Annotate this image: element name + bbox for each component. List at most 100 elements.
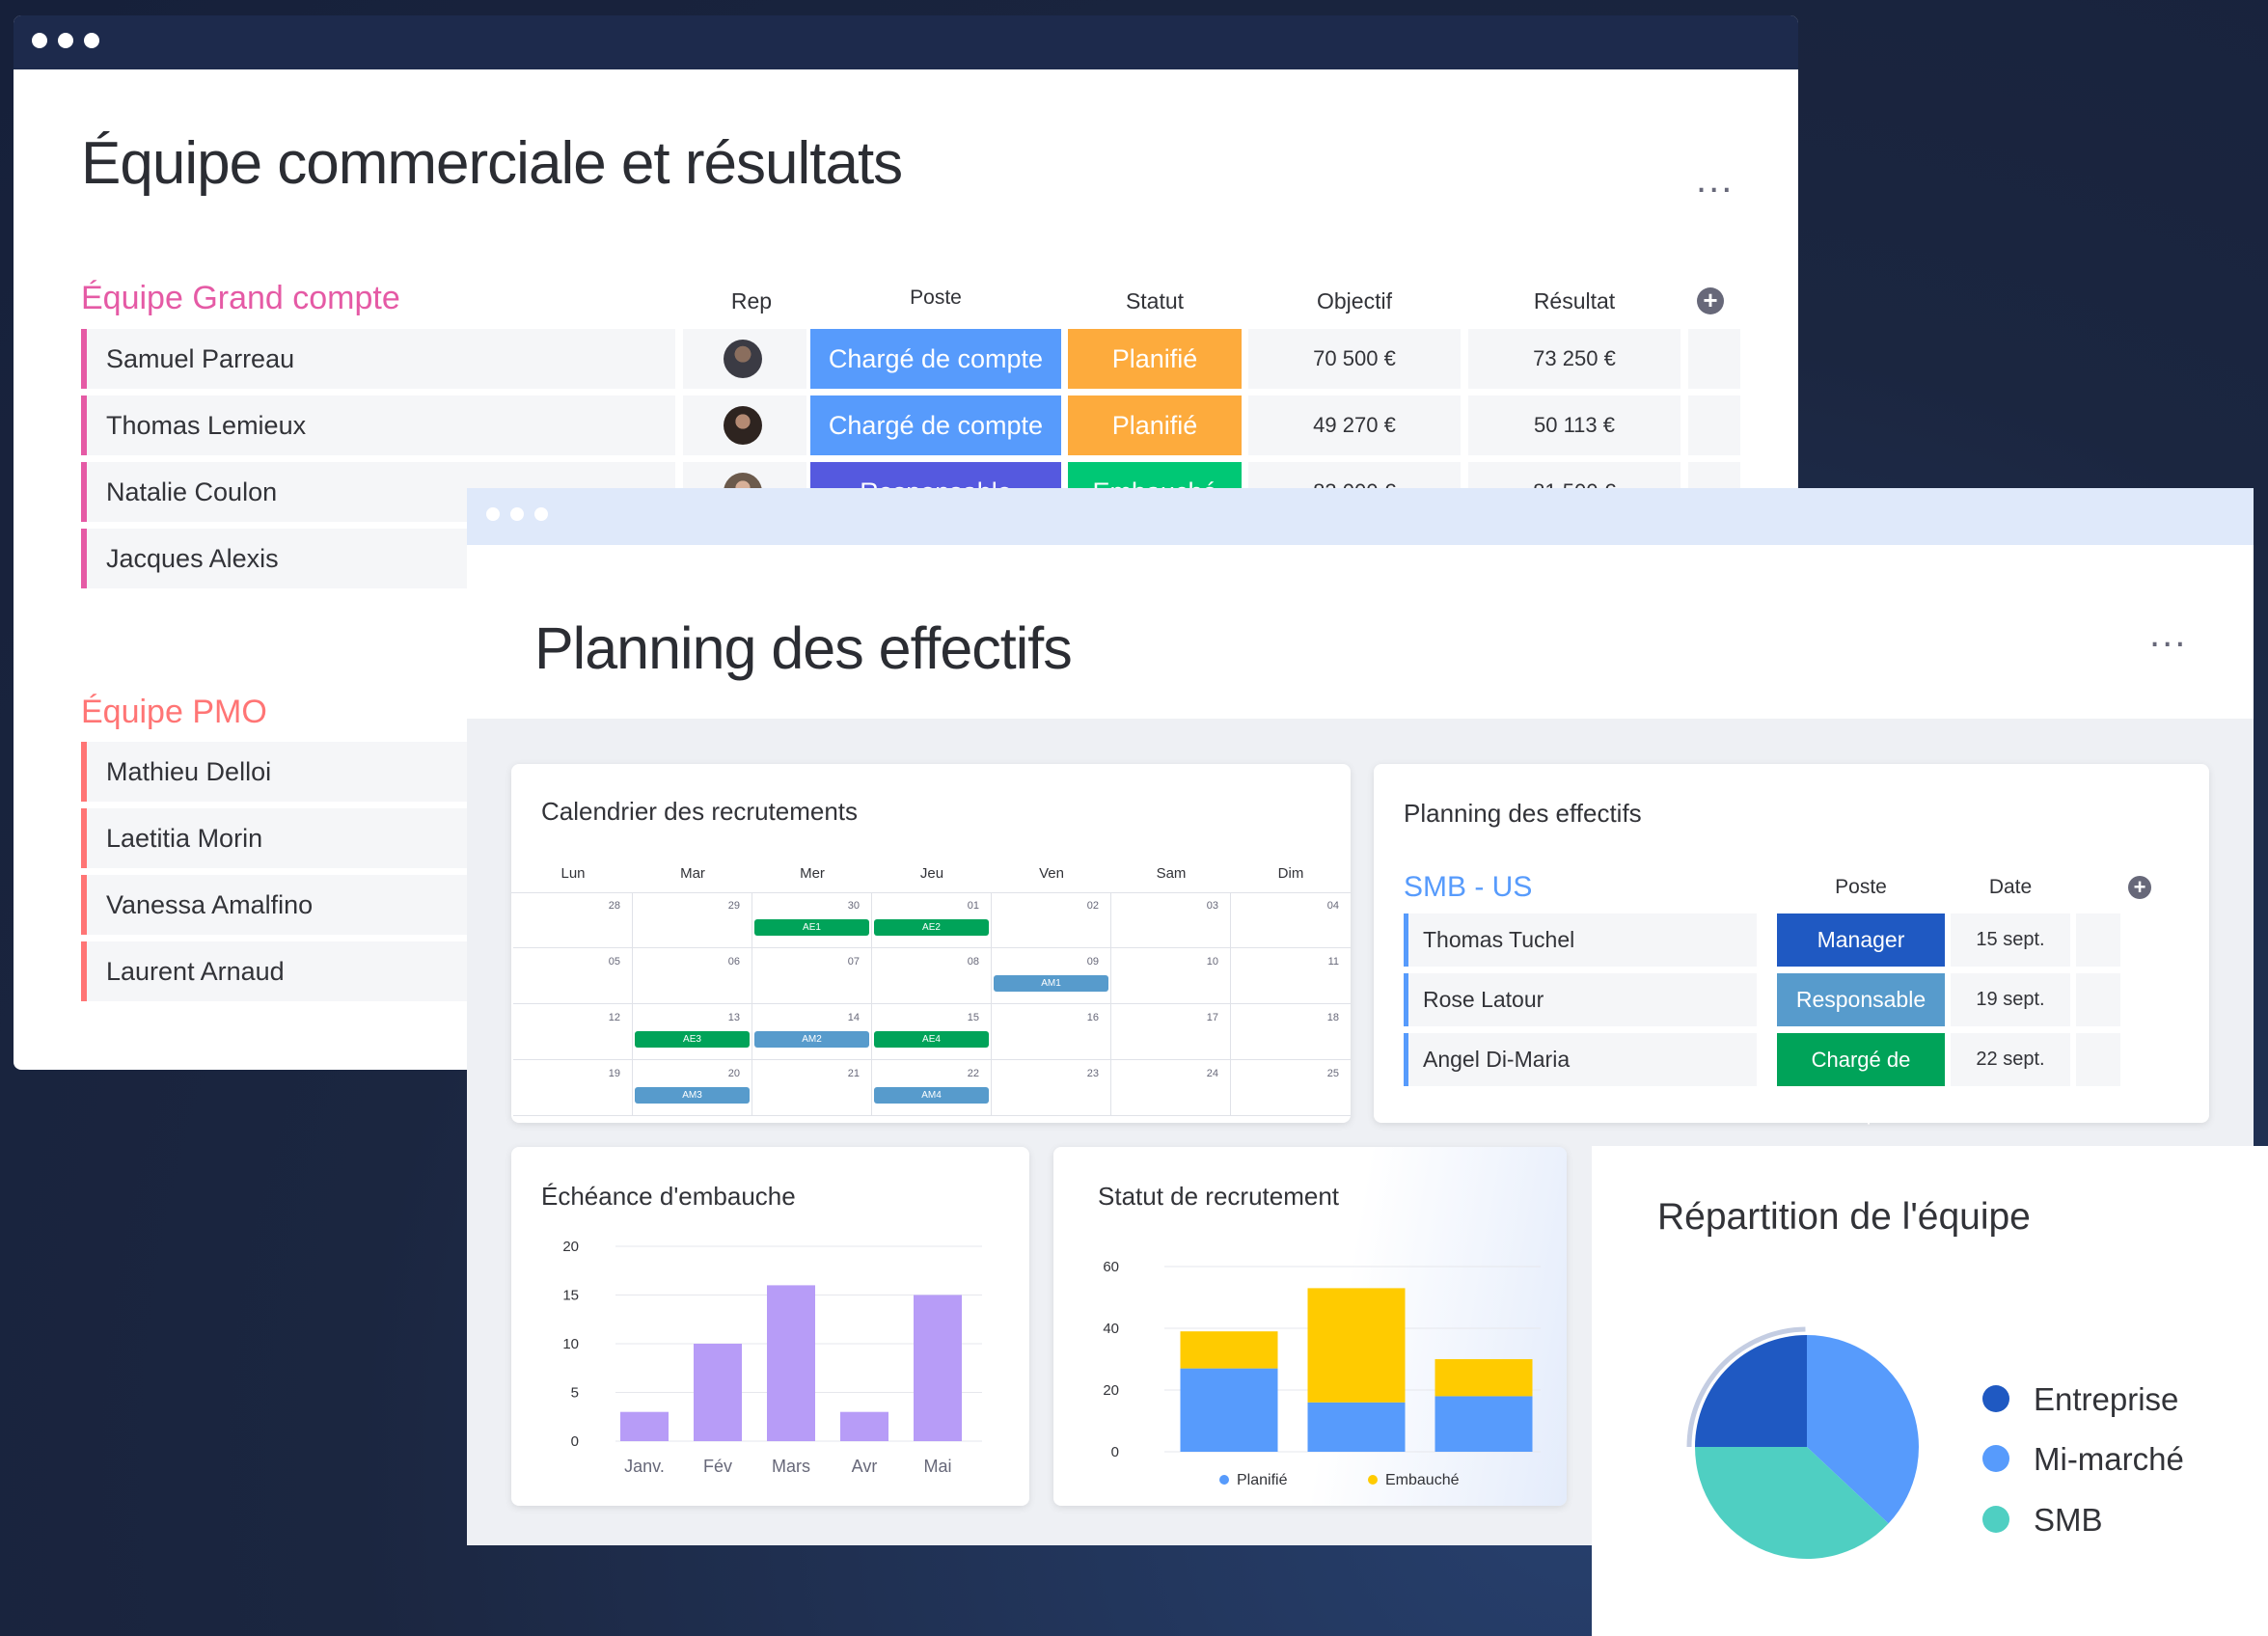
objectif-cell[interactable]: 49 270 € (1248, 395, 1461, 455)
empty-cell[interactable] (1688, 329, 1740, 389)
calendar-cell[interactable]: 17 (1111, 1004, 1231, 1060)
calendar-event[interactable]: AE3 (635, 1031, 750, 1048)
card-title: Calendrier des recrutements (541, 797, 859, 826)
calendar-date: 18 (1326, 1012, 1339, 1023)
calendar-cell[interactable]: 03 (1111, 892, 1231, 948)
add-column-icon[interactable]: + (2128, 876, 2151, 899)
empty-cell[interactable] (2076, 973, 2120, 1026)
calendar-event[interactable]: AM3 (635, 1087, 750, 1104)
column-header-poste[interactable]: Poste (1777, 876, 1945, 899)
calendar-event[interactable]: AE1 (754, 919, 869, 936)
y-tick-label: 40 (1103, 1321, 1119, 1337)
calendar-date: 12 (608, 1012, 620, 1023)
window-dot-icon[interactable] (534, 507, 548, 521)
calendar-event[interactable]: AM2 (754, 1031, 869, 1048)
date-cell[interactable]: 22 sept. (1951, 1033, 2070, 1086)
poste-label[interactable]: Manager (1777, 913, 1945, 967)
calendar-date: 15 (967, 1012, 979, 1023)
calendar-cell[interactable]: 18 (1231, 1004, 1351, 1060)
calendar-cell[interactable]: 07 (752, 948, 872, 1004)
resultat-cell[interactable]: 73 250 € (1468, 329, 1681, 389)
calendar-date: 03 (1206, 900, 1218, 912)
x-tick-label: Mars (772, 1457, 810, 1476)
table-row[interactable]: Samuel Parreau (81, 329, 675, 389)
table-row[interactable]: Rose Latour (1404, 973, 1757, 1026)
calendar-cell[interactable]: 24 (1111, 1060, 1231, 1116)
avatar[interactable] (724, 406, 762, 445)
page-title: Équipe commerciale et résultats (81, 130, 903, 197)
date-cell[interactable]: 15 sept. (1951, 913, 2070, 967)
calendar-cell[interactable]: 10 (1111, 948, 1231, 1004)
objectif-cell[interactable]: 70 500 € (1248, 329, 1461, 389)
window-dot-icon[interactable] (486, 507, 500, 521)
column-header-poste[interactable]: Poste (810, 286, 1061, 310)
calendar-cell[interactable]: 25 (1231, 1060, 1351, 1116)
status-badge[interactable]: Planifié (1068, 395, 1242, 455)
avatar[interactable] (724, 340, 762, 378)
calendar-cell[interactable]: 11 (1231, 948, 1351, 1004)
calendar-cell[interactable]: 29 (633, 892, 752, 948)
bar (767, 1285, 815, 1441)
poste-label[interactable]: Chargé de compte (810, 395, 1061, 455)
resultat-cell[interactable]: 50 113 € (1468, 395, 1681, 455)
calendar-cell[interactable]: 08 (872, 948, 992, 1004)
calendar-cell[interactable]: 23 (992, 1060, 1111, 1116)
row-name: Laetitia Morin (106, 824, 263, 853)
empty-cell[interactable] (2076, 913, 2120, 967)
table-row[interactable]: Thomas Lemieux (81, 395, 675, 455)
calendar-day-header: Lun (560, 865, 586, 882)
calendar-cell[interactable]: 28 (513, 892, 633, 948)
column-header-objectif[interactable]: Objectif (1248, 288, 1461, 314)
column-header-rep[interactable]: Rep (689, 288, 814, 314)
more-options-icon[interactable]: ... (1696, 160, 1734, 199)
calendar-cell[interactable]: 12 (513, 1004, 633, 1060)
group-title-pmo[interactable]: Équipe PMO (81, 694, 267, 731)
row-name: Samuel Parreau (106, 344, 295, 373)
group-title-grand-compte[interactable]: Équipe Grand compte (81, 280, 400, 317)
legend-dot (1982, 1445, 2009, 1472)
more-options-icon[interactable]: ... (2149, 614, 2187, 653)
calendar-date: 11 (1327, 956, 1339, 968)
calendar-event[interactable]: AE2 (874, 919, 989, 936)
calendar-day-header: Sam (1156, 865, 1187, 882)
x-tick-label: Mai (923, 1457, 951, 1476)
date-cell[interactable]: 19 sept. (1951, 973, 2070, 1026)
window-dot-icon[interactable] (32, 33, 47, 48)
column-header-resultat[interactable]: Résultat (1468, 288, 1681, 314)
calendar-cell[interactable]: 19 (513, 1060, 633, 1116)
legend-dot (1219, 1475, 1229, 1485)
y-tick-label: 5 (571, 1385, 579, 1402)
bar (914, 1295, 962, 1441)
calendar-event[interactable]: AM1 (994, 975, 1108, 992)
calendar-event[interactable]: AM4 (874, 1087, 989, 1104)
calendar-cell[interactable]: 02 (992, 892, 1111, 948)
window-dot-icon[interactable] (58, 33, 73, 48)
table-row[interactable]: Angel Di-Maria (1404, 1033, 1757, 1086)
window-dot-icon[interactable] (84, 33, 99, 48)
calendar-cell[interactable]: 06 (633, 948, 752, 1004)
calendar-event[interactable]: AE4 (874, 1031, 989, 1048)
column-header-date[interactable]: Date (1951, 876, 2070, 899)
table-row[interactable]: Thomas Tuchel (1404, 913, 1757, 967)
poste-label[interactable]: Chargé de compte (810, 329, 1061, 389)
empty-cell[interactable] (2076, 1033, 2120, 1086)
calendar-cell[interactable]: 16 (992, 1004, 1111, 1060)
status-badge[interactable]: Planifié (1068, 329, 1242, 389)
group-title-smb-us[interactable]: SMB - US (1404, 871, 1532, 904)
window-dot-icon[interactable] (510, 507, 524, 521)
calendar-cell[interactable]: 04 (1231, 892, 1351, 948)
empty-cell[interactable] (1688, 395, 1740, 455)
poste-label[interactable]: Chargé de compte (1777, 1033, 1945, 1125)
add-column-icon[interactable]: + (1697, 287, 1724, 314)
y-tick-label: 0 (571, 1433, 579, 1450)
calendar-cell[interactable]: 05 (513, 948, 633, 1004)
calendar-date: 20 (727, 1068, 740, 1079)
column-header-statut[interactable]: Statut (1068, 288, 1242, 314)
row-name: Thomas Tuchel (1423, 927, 1575, 952)
poste-label[interactable]: Responsable (1777, 973, 1945, 1026)
x-tick-label: Janv. (624, 1457, 665, 1476)
calendar-date: 04 (1326, 900, 1339, 912)
calendar-cell[interactable]: 21 (752, 1060, 872, 1116)
legend-label: SMB (2034, 1502, 2103, 1538)
legend-label: Planifié (1237, 1472, 1288, 1488)
